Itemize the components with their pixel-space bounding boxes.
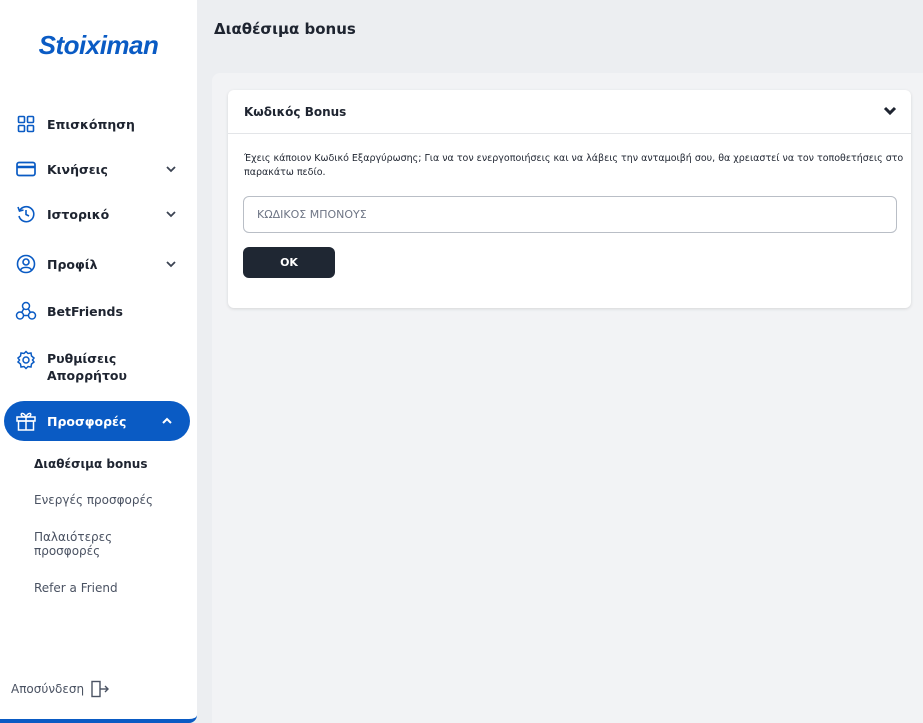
sidebar-item-privacy-settings[interactable]: Ρυθμίσεις Απορρήτου (0, 349, 197, 385)
chevron-down-icon (166, 261, 176, 268)
bonus-code-card-header[interactable]: Κωδικός Bonus (228, 90, 911, 134)
sidebar-item-label: Προφίλ (47, 256, 98, 272)
sidebar-item-label: Ιστορικό (47, 206, 110, 222)
sidebar-item-label: Κινήσεις (47, 161, 108, 177)
subnav-older-offers[interactable]: Παλαιότερες προσφορές (34, 530, 144, 558)
card-description: Έχεις κάποιον Κωδικό Εξαργύρωσης; Για να… (244, 153, 904, 178)
grid-icon (15, 113, 37, 135)
chevron-down-icon (166, 166, 176, 173)
sidebar: Stoiximan Επισκόπηση Κινήσεις Ιστορικό Π… (0, 0, 197, 723)
logout-button[interactable]: Αποσύνδεση (11, 680, 110, 698)
sidebar-item-transactions[interactable]: Κινήσεις (0, 157, 197, 181)
logo[interactable]: Stoiximan (0, 30, 197, 61)
subnav-active-offers[interactable]: Ενεργές προσφορές (34, 493, 153, 507)
sidebar-item-overview[interactable]: Επισκόπηση (0, 112, 197, 136)
chevron-down-icon (883, 106, 897, 116)
ok-button[interactable]: OK (243, 247, 335, 278)
card-title: Κωδικός Bonus (244, 104, 347, 119)
chevron-down-icon (166, 211, 176, 218)
user-icon (15, 253, 37, 275)
logout-icon (91, 680, 110, 698)
gift-icon (15, 410, 37, 432)
subnav-available-bonus[interactable]: Διαθέσιμα bonus (34, 457, 147, 471)
bonus-code-card: Κωδικός Bonus Έχεις κάποιον Κωδικό Εξαργ… (228, 90, 911, 308)
chevron-up-icon (162, 417, 172, 424)
sidebar-item-profile[interactable]: Προφίλ (0, 252, 197, 276)
page-title: Διαθέσιμα bonus (214, 20, 356, 38)
gear-icon (15, 349, 37, 371)
history-icon (15, 203, 37, 225)
subnav-refer-a-friend[interactable]: Refer a Friend (34, 581, 118, 595)
sidebar-item-offers[interactable]: Προσφορές (4, 401, 190, 441)
sidebar-item-label: Προσφορές (47, 413, 127, 429)
bonus-code-input[interactable] (243, 196, 897, 233)
sidebar-item-label: Επισκόπηση (47, 116, 135, 132)
sidebar-item-history[interactable]: Ιστορικό (0, 202, 197, 226)
logout-label: Αποσύνδεση (11, 682, 85, 696)
sidebar-item-label: Ρυθμίσεις Απορρήτου (47, 351, 127, 383)
sidebar-item-betfriends[interactable]: BetFriends (0, 299, 197, 323)
sidebar-item-label: BetFriends (47, 303, 123, 319)
friends-icon (15, 300, 37, 322)
card-icon (15, 158, 37, 180)
